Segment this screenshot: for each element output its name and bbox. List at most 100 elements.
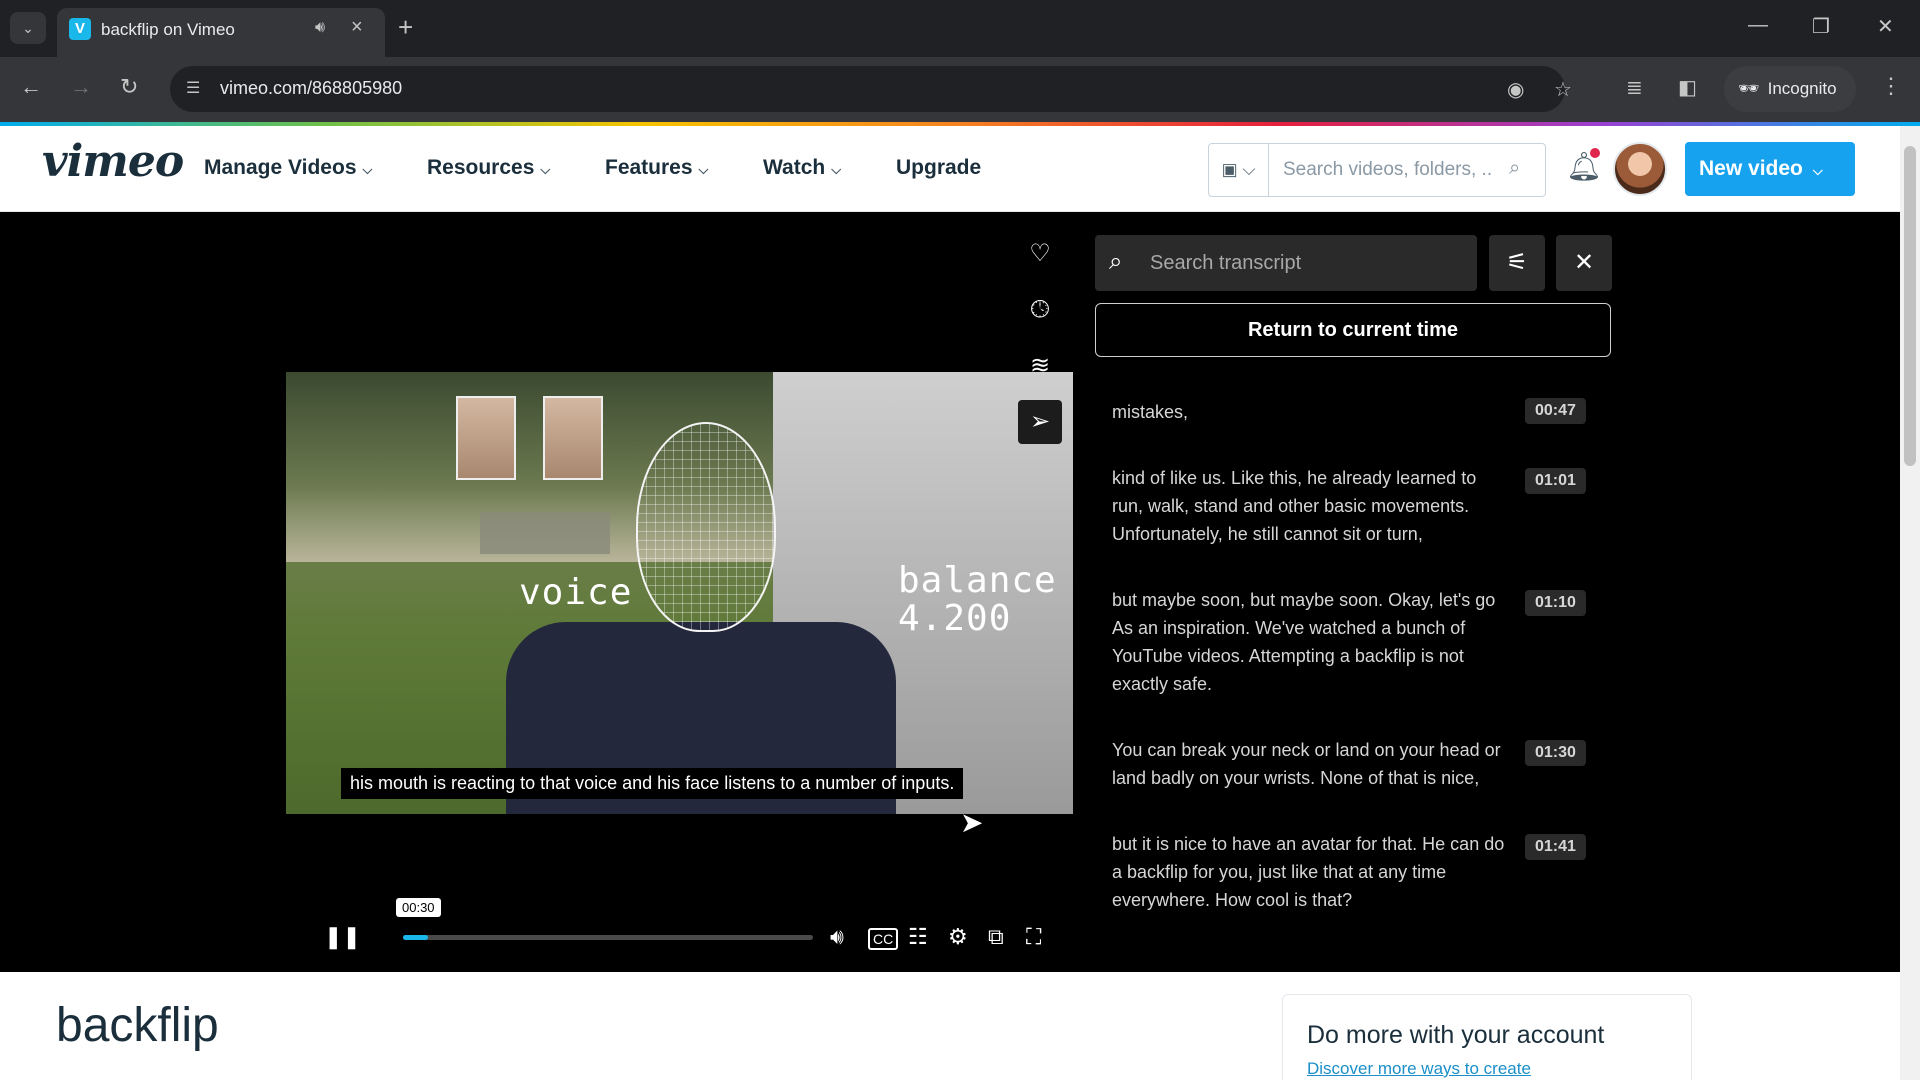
video-folder-icon: ▣: [1221, 160, 1238, 179]
restore-window-icon[interactable]: ❐: [1812, 14, 1830, 39]
current-time-tooltip: 00:30: [396, 898, 441, 917]
progress-fill: [403, 935, 428, 940]
transcript-search: ⌕: [1095, 235, 1477, 291]
account-upsell-card: Do more with your account Discover more …: [1282, 994, 1692, 1080]
video-details-section: backflip Do more with your account Disco…: [0, 972, 1900, 1080]
incognito-label: Incognito: [1767, 79, 1837, 98]
nav-features[interactable]: Features ⌵: [605, 156, 708, 180]
tab-title: backflip on Vimeo: [101, 20, 235, 39]
transcript-item[interactable]: You can break your neck or land on your …: [1112, 736, 1592, 792]
transcript-text: You can break your neck or land on your …: [1112, 740, 1501, 788]
video-overlay-word: 4.200: [898, 598, 1012, 639]
transcript-item[interactable]: but maybe soon, but maybe soon. Okay, le…: [1112, 586, 1592, 698]
settings-gear-icon[interactable]: ⚙: [948, 924, 968, 950]
video-audio-meter: [480, 512, 610, 554]
like-heart-icon[interactable]: ♡: [1018, 232, 1062, 276]
tab-search-chevron-icon[interactable]: ⌄: [10, 12, 46, 44]
search-icon: ⌕: [1109, 248, 1123, 275]
mouse-cursor-icon: ➤: [960, 807, 984, 838]
minimize-icon[interactable]: —: [1748, 14, 1768, 37]
discover-more-link[interactable]: Discover more ways to create: [1307, 1059, 1531, 1079]
watch-later-clock-icon[interactable]: 🕓︎: [1018, 288, 1062, 332]
avatar[interactable]: [1613, 142, 1667, 196]
nav-resources[interactable]: Resources ⌵: [427, 156, 550, 180]
side-panel-icon[interactable]: ◧: [1678, 75, 1697, 100]
transcript-item[interactable]: mistakes, 00:47: [1112, 398, 1592, 426]
transcript-timestamp[interactable]: 00:47: [1525, 398, 1586, 424]
pause-icon[interactable]: ❚❚: [324, 924, 361, 950]
close-window-icon[interactable]: ✕: [1877, 14, 1894, 39]
collections-layers-icon[interactable]: ≋: [1018, 344, 1062, 388]
nav-upgrade[interactable]: Upgrade: [896, 156, 981, 180]
new-tab-plus-icon[interactable]: +: [398, 12, 413, 42]
transcript-icon[interactable]: ☷: [908, 924, 928, 950]
search-input[interactable]: [1283, 159, 1493, 181]
url-text[interactable]: vimeo.com/868805980: [220, 78, 402, 99]
media-controls-icon[interactable]: ≣: [1626, 75, 1643, 100]
video-face-thumbnail: [543, 396, 603, 480]
fullscreen-icon[interactable]: ⛶: [1026, 924, 1041, 950]
scrollbar-thumb[interactable]: [1904, 146, 1916, 466]
new-video-button[interactable]: New video ⌵: [1685, 142, 1855, 196]
chevron-down-icon: ⌵: [362, 162, 373, 177]
transcript-item[interactable]: kind of like us. Like this, he already l…: [1112, 464, 1592, 548]
browser-menu-icon[interactable]: ⋮: [1880, 73, 1902, 99]
progress-bar[interactable]: [403, 935, 813, 940]
chevron-down-icon: ⌵: [698, 162, 709, 177]
volume-icon[interactable]: 🔊︎: [830, 924, 844, 950]
video-overlay-word: balance: [898, 560, 1057, 601]
transcript-timestamp[interactable]: 01:10: [1525, 590, 1586, 616]
vimeo-logo[interactable]: vimeo: [42, 136, 184, 187]
transcript-timestamp[interactable]: 01:30: [1525, 740, 1586, 766]
nav-manage-videos[interactable]: Manage Videos ⌵: [204, 156, 372, 180]
incognito-badge[interactable]: 🕶︎ Incognito: [1724, 66, 1856, 112]
forward-arrow-icon[interactable]: →: [70, 75, 92, 99]
nav-label: Features: [605, 156, 693, 179]
player-area: voice balance 4.200 his mouth is reactin…: [0, 212, 1900, 972]
chevron-down-icon: ⌵: [540, 162, 551, 177]
browser-tab-bar: ⌄ V backflip on Vimeo 🔊︎ × + — ❐ ✕: [0, 0, 1920, 57]
transcript-text: but maybe soon, but maybe soon. Okay, le…: [1112, 590, 1496, 694]
bookmark-star-icon[interactable]: ☆: [1554, 77, 1572, 102]
nav-label: Manage Videos: [204, 156, 357, 179]
reload-icon[interactable]: ↻: [120, 75, 138, 99]
search-icon[interactable]: ⌕: [1509, 157, 1520, 180]
site-settings-icon[interactable]: ☰: [186, 78, 200, 98]
return-to-current-time-button[interactable]: Return to current time: [1095, 303, 1611, 357]
chevron-down-icon: ⌵: [1242, 160, 1256, 179]
transcript-text: but it is nice to have an avatar for tha…: [1112, 834, 1505, 910]
nav-label: Watch: [763, 156, 826, 179]
nav-label: Resources: [427, 156, 535, 179]
browser-tab[interactable]: V backflip on Vimeo 🔊︎ ×: [57, 8, 385, 57]
close-tab-icon[interactable]: ×: [351, 16, 363, 39]
tracking-eye-off-icon[interactable]: ◉: [1507, 77, 1524, 102]
close-transcript-icon[interactable]: ✕: [1556, 235, 1612, 291]
video-face-thumbnail: [456, 396, 516, 480]
nav-watch[interactable]: Watch ⌵: [763, 156, 841, 180]
back-arrow-icon[interactable]: ←: [20, 75, 42, 99]
notification-dot: [1590, 148, 1600, 158]
picture-in-picture-icon[interactable]: ⧉: [988, 924, 1004, 950]
search-scope-dropdown[interactable]: ▣ ⌵: [1209, 144, 1269, 196]
vimeo-header: vimeo Manage Videos ⌵ Resources ⌵ Features…: [0, 126, 1900, 212]
transcript-timestamp[interactable]: 01:41: [1525, 834, 1586, 860]
transcript-timestamp[interactable]: 01:01: [1525, 468, 1586, 494]
vimeo-favicon-icon: V: [69, 18, 91, 40]
video-title: backflip: [56, 999, 219, 1052]
video-overlay-word: voice: [519, 572, 633, 613]
closed-captions-icon[interactable]: CC: [868, 928, 899, 950]
chevron-down-icon: ⌵: [831, 162, 842, 177]
transcript-text: mistakes,: [1112, 402, 1189, 422]
page-scrollbar[interactable]: [1900, 126, 1920, 1080]
transcript-search-input[interactable]: [1150, 252, 1460, 275]
address-bar[interactable]: ☰ vimeo.com/868805980 ◉ ☆: [170, 66, 1572, 112]
chevron-down-icon: ⌵: [1812, 163, 1823, 178]
transcript-item[interactable]: but it is nice to have an avatar for tha…: [1112, 830, 1592, 914]
transcript-text: kind of like us. Like this, he already l…: [1112, 468, 1477, 544]
video-wireframe-head: [636, 422, 776, 632]
video-caption: his mouth is reacting to that voice and …: [341, 768, 964, 799]
video-frame[interactable]: voice balance 4.200 his mouth is reactin…: [286, 372, 1073, 814]
speaker-icon[interactable]: 🔊︎: [315, 19, 325, 37]
transcript-filter-sliders-icon[interactable]: ⚟: [1489, 235, 1545, 291]
share-send-icon[interactable]: ➢: [1018, 400, 1062, 444]
